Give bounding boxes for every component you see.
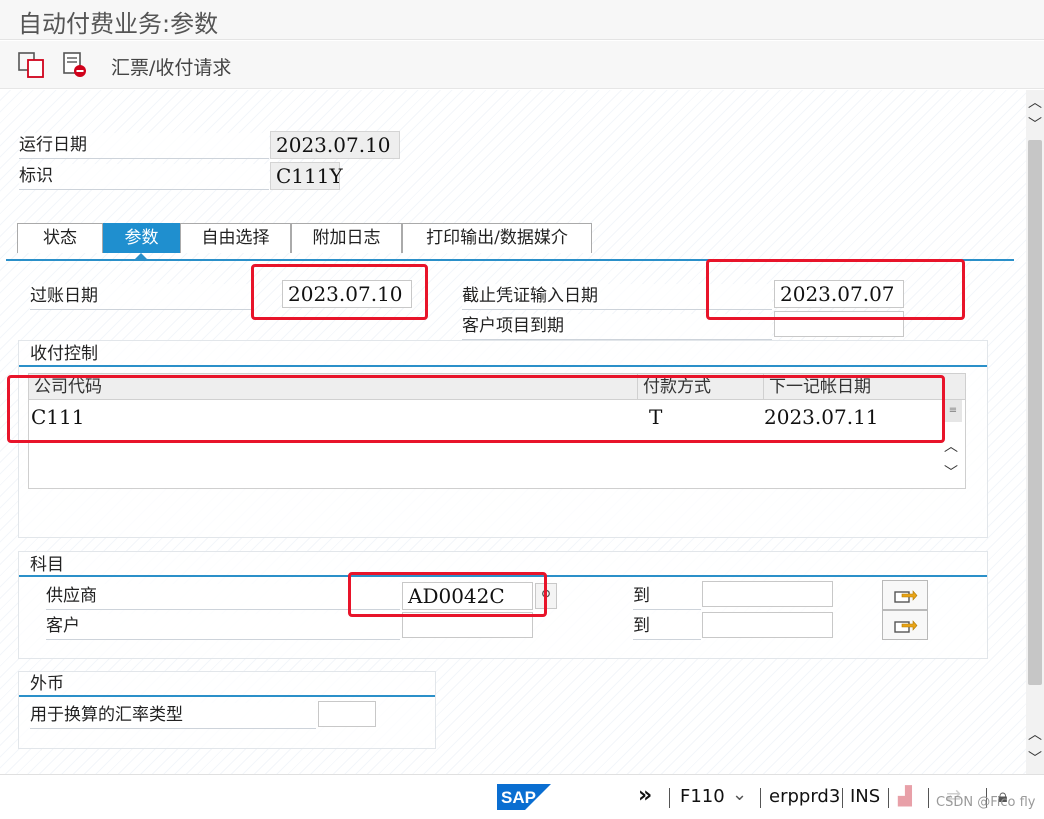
id-field: C111Y (270, 162, 343, 190)
column-company-code[interactable]: 公司代码 (29, 374, 637, 400)
copy-icon[interactable] (17, 51, 45, 79)
insert-mode[interactable]: INS (850, 786, 880, 807)
cell-company-code[interactable]: C111 (31, 404, 84, 430)
vendor-from-field[interactable]: AD0042C (402, 582, 533, 610)
sap-logo-text: SAP (501, 788, 536, 807)
tab-additional-log[interactable]: 附加日志 (291, 223, 402, 253)
status-separator (928, 788, 929, 808)
customer-from-field[interactable] (402, 612, 533, 638)
vendor-multiple-selection-button[interactable] (882, 580, 928, 610)
customer-label: 客户 (46, 614, 400, 640)
watermark: CSDN @Fico fly (936, 795, 1036, 810)
payment-control-table: 公司代码 付款方式 下一记帐日期 C111 T 2023.07.11 ≡ ︿ ﹀ (28, 373, 966, 489)
chevron-down-icon[interactable]: ⌄ (732, 784, 747, 805)
tab-free-selection[interactable]: 自由选择 (180, 223, 291, 253)
column-next-posting-date[interactable]: 下一记帐日期 (763, 374, 939, 400)
cell-payment-method[interactable]: T (649, 404, 662, 430)
customer-multiple-selection-button[interactable] (882, 610, 928, 640)
column-payment-method[interactable]: 付款方式 (637, 374, 763, 400)
posting-date-field[interactable]: 2023.07.10 (282, 280, 412, 308)
customer-due-label: 客户项目到期 (462, 314, 772, 340)
bill-request-button[interactable]: 汇票/收付请求 (111, 53, 231, 80)
vertical-scrollbar[interactable]: ︿ ﹀ ︿ ﹀ (1026, 90, 1044, 774)
scroll-up-icon[interactable]: ︿ (1026, 94, 1044, 112)
tab-status[interactable]: 状态 (17, 223, 103, 253)
doc-entry-date-field[interactable]: 2023.07.07 (774, 280, 904, 308)
customer-to-label: 到 (633, 614, 701, 640)
id-label: 标识 (19, 164, 269, 190)
multiple-selection-icon (894, 590, 918, 603)
cell-next-posting-date[interactable]: 2023.07.11 (764, 404, 879, 430)
posting-date-label: 过账日期 (30, 284, 252, 310)
title-bar: 自动付费业务:参数 (0, 0, 1044, 40)
vendor-to-field[interactable] (702, 581, 833, 607)
status-separator (669, 788, 670, 808)
tab-underline (6, 259, 1014, 261)
vendor-label: 供应商 (46, 584, 400, 610)
application-toolbar: 汇票/收付请求 (0, 41, 1044, 89)
customer-due-field[interactable] (774, 311, 904, 337)
performance-icon: ▟ (898, 786, 912, 807)
tab-printout[interactable]: 打印输出/数据媒介 (402, 223, 592, 253)
transaction-code[interactable]: F110 (680, 786, 725, 807)
table-scroll-down-icon[interactable]: ﹀ (944, 462, 958, 482)
tab-parameters[interactable]: 参数 (103, 223, 180, 253)
scroll-up-bottom-icon[interactable]: ︿ (1026, 726, 1044, 744)
search-help-icon[interactable]: ⚲ (535, 583, 557, 609)
rate-type-field[interactable] (318, 701, 376, 727)
vendor-to-label: 到 (633, 584, 701, 610)
scroll-thumb[interactable] (1028, 140, 1042, 685)
table-scrollbar[interactable]: ≡ ︿ ﹀ (941, 400, 965, 488)
multiple-selection-icon (894, 620, 918, 633)
main-content: 运行日期 2023.07.10 标识 C111Y 状态 参数 自由选择 附加日志… (0, 90, 1026, 774)
sap-logo: SAP (497, 784, 551, 810)
tab-active-caret (135, 253, 147, 259)
doc-entry-date-label: 截止凭证输入日期 (462, 284, 772, 310)
table-scroll-up-icon[interactable]: ︿ (944, 436, 958, 456)
accounts-title: 科目 (30, 555, 64, 575)
table-settings-icon[interactable]: ≡ (944, 400, 962, 422)
foreign-currency-title: 外币 (30, 674, 64, 694)
rate-type-label: 用于换算的汇率类型 (30, 703, 316, 729)
run-date-label: 运行日期 (19, 133, 269, 159)
status-separator (888, 788, 889, 808)
run-date-field: 2023.07.10 (270, 131, 400, 159)
foreign-currency-line (19, 695, 435, 697)
delete-doc-icon[interactable] (61, 51, 89, 79)
accounts-line (19, 575, 987, 577)
status-separator (760, 788, 761, 808)
scroll-down-bottom-icon[interactable]: ﹀ (1026, 750, 1044, 768)
payment-control-line (19, 365, 987, 367)
scroll-down-icon[interactable]: ﹀ (1026, 116, 1044, 134)
window-title: 自动付费业务:参数 (18, 10, 219, 38)
table-header: 公司代码 付款方式 下一记帐日期 (29, 374, 965, 400)
status-separator (842, 788, 843, 808)
customer-to-field[interactable] (702, 612, 833, 638)
status-expand-icon[interactable]: » (638, 783, 652, 808)
status-bar: SAP » F110 ⌄ erpprd3 INS ▟ ⇄ 🔒︎ CSDN @Fi… (0, 774, 1044, 819)
payment-control-title: 收付控制 (30, 344, 98, 364)
system-name: erpprd3 (769, 786, 841, 807)
